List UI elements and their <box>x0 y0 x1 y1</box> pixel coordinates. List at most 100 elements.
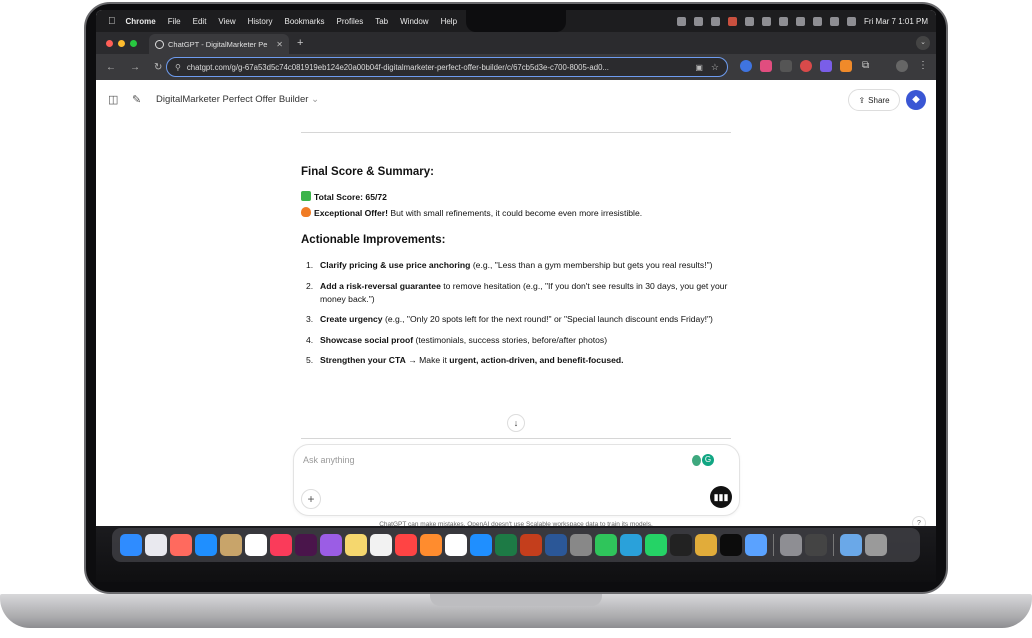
url-text[interactable]: chatgpt.com/g/g-67a53d5c74c081919eb124e2… <box>187 63 696 72</box>
extension-red-icon[interactable] <box>800 60 812 72</box>
apple-icon[interactable]:  <box>108 16 116 27</box>
profile-icon[interactable] <box>896 60 908 72</box>
tab-search-icon[interactable]: ⌄ <box>916 36 930 50</box>
status-chatgpt-icon[interactable] <box>710 16 720 26</box>
bookmark-star-icon[interactable]: ☆ <box>711 62 719 73</box>
status-clock[interactable]: Fri Mar 7 1:01 PM <box>864 17 928 26</box>
calendar-icon[interactable] <box>245 534 267 556</box>
status-app-icon[interactable] <box>727 16 737 26</box>
telegram-icon[interactable] <box>620 534 642 556</box>
message-composer[interactable]: Ask anything G + ▮▮▮ <box>293 444 740 516</box>
scroll-down-button[interactable]: ↓ <box>507 414 525 432</box>
voice-mode-button[interactable]: ▮▮▮ <box>710 486 732 508</box>
podcasts-icon[interactable] <box>320 534 342 556</box>
stickies-icon[interactable] <box>345 534 367 556</box>
news-icon[interactable] <box>395 534 417 556</box>
preview-icon[interactable] <box>745 534 767 556</box>
chrome-icon[interactable] <box>445 534 467 556</box>
extension-color-icon[interactable] <box>760 60 772 72</box>
folder-icon[interactable] <box>840 534 862 556</box>
status-record-icon[interactable] <box>676 16 686 26</box>
settings-icon[interactable] <box>780 534 802 556</box>
calculator-icon[interactable] <box>570 534 592 556</box>
status-window-icon[interactable] <box>761 16 771 26</box>
notes-icon[interactable] <box>220 534 242 556</box>
sidebar-toggle-icon[interactable]: ◫ <box>108 93 118 106</box>
dock-separator <box>833 534 834 556</box>
close-tab-icon[interactable]: ✕ <box>276 40 283 49</box>
excel-icon[interactable] <box>495 534 517 556</box>
slack-icon[interactable] <box>295 534 317 556</box>
active-tab[interactable]: ChatGPT - DigitalMarketer Pe ✕ <box>149 34 289 54</box>
item-number: 5. <box>306 354 314 365</box>
grammarly-icon[interactable]: G <box>702 454 714 466</box>
menu-edit[interactable]: Edit <box>193 17 207 26</box>
menu-view[interactable]: View <box>218 17 235 26</box>
word-icon[interactable] <box>545 534 567 556</box>
music-icon[interactable] <box>270 534 292 556</box>
chatgpt-desktop-icon[interactable] <box>670 534 692 556</box>
keynote-icon[interactable] <box>695 534 717 556</box>
extension-dark-icon[interactable] <box>780 60 792 72</box>
chatgpt-page: ◫ ✎ DigitalMarketer Perfect Offer Builde… <box>96 80 936 582</box>
new-tab-button[interactable]: + <box>297 37 303 49</box>
menu-help[interactable]: Help <box>441 17 457 26</box>
gpt-title[interactable]: DigitalMarketer Perfect Offer Builder ⌄ <box>156 94 319 105</box>
extensions-puzzle-icon[interactable]: ⧉ <box>862 60 874 72</box>
scanner-icon[interactable] <box>805 534 827 556</box>
status-wifi-icon[interactable] <box>812 16 822 26</box>
status-control-icon[interactable] <box>778 16 788 26</box>
forward-icon[interactable]: → <box>130 62 140 73</box>
status-screen-icon[interactable] <box>693 16 703 26</box>
finder-icon[interactable] <box>120 534 142 556</box>
address-bar[interactable]: ⚲ chatgpt.com/g/g-67a53d5c74c081919eb124… <box>166 57 728 77</box>
reload-icon[interactable]: ↻ <box>154 62 162 73</box>
apps-icon[interactable] <box>170 534 192 556</box>
share-button[interactable]: ⇪ Share <box>848 89 900 111</box>
menu-profiles[interactable]: Profiles <box>337 17 364 26</box>
status-gear-icon[interactable] <box>744 16 754 26</box>
launchpad-icon[interactable] <box>145 534 167 556</box>
chevron-down-icon: ⌄ <box>311 94 320 105</box>
menu-app-name[interactable]: Chrome <box>126 17 156 26</box>
status-battery-icon[interactable] <box>795 16 805 26</box>
minimize-window-button[interactable] <box>118 39 125 47</box>
close-window-button[interactable] <box>106 39 113 47</box>
status-search-icon[interactable] <box>829 16 839 26</box>
extension-orange-icon[interactable] <box>840 60 852 72</box>
divider-top <box>301 132 731 133</box>
app-store-icon[interactable] <box>470 534 492 556</box>
extension-1password-icon[interactable] <box>740 60 752 72</box>
attach-plus-button[interactable]: + <box>301 489 321 509</box>
status-control-center-icon[interactable] <box>846 16 856 26</box>
item-bold: Clarify pricing & use price anchoring <box>320 260 471 271</box>
extension-purple-icon[interactable] <box>820 60 832 72</box>
item-number: 2. <box>306 280 314 291</box>
item-number: 1. <box>306 260 314 271</box>
list-item: 1. Clarify pricing & use price anchoring … <box>301 259 731 272</box>
message-input[interactable]: Ask anything <box>303 455 355 465</box>
camera-notch <box>466 10 566 32</box>
trash-icon[interactable] <box>865 534 887 556</box>
chrome-menu-icon[interactable]: ⋮ <box>918 60 930 72</box>
safari-icon[interactable] <box>195 534 217 556</box>
photos-icon[interactable] <box>370 534 392 556</box>
menu-window[interactable]: Window <box>400 17 428 26</box>
menu-tab[interactable]: Tab <box>375 17 388 26</box>
grammarly-marker-icon[interactable] <box>692 455 701 466</box>
site-info-icon[interactable]: ⚲ <box>175 63 181 72</box>
messages-icon[interactable] <box>595 534 617 556</box>
menu-history[interactable]: History <box>248 17 273 26</box>
item-bold: Strengthen your CTA <box>320 354 406 365</box>
powerpoint-icon[interactable] <box>520 534 542 556</box>
whatsapp-icon[interactable] <box>645 534 667 556</box>
books-icon[interactable] <box>420 534 442 556</box>
menu-bookmarks[interactable]: Bookmarks <box>285 17 325 26</box>
menu-file[interactable]: File <box>168 17 181 26</box>
back-icon[interactable]: ← <box>106 62 116 73</box>
openai-icon[interactable] <box>720 534 742 556</box>
install-app-icon[interactable]: ▣ <box>695 63 703 72</box>
zoom-window-button[interactable] <box>130 39 137 47</box>
new-chat-icon[interactable]: ✎ <box>132 93 141 106</box>
avatar[interactable]: ◆ <box>906 90 926 110</box>
